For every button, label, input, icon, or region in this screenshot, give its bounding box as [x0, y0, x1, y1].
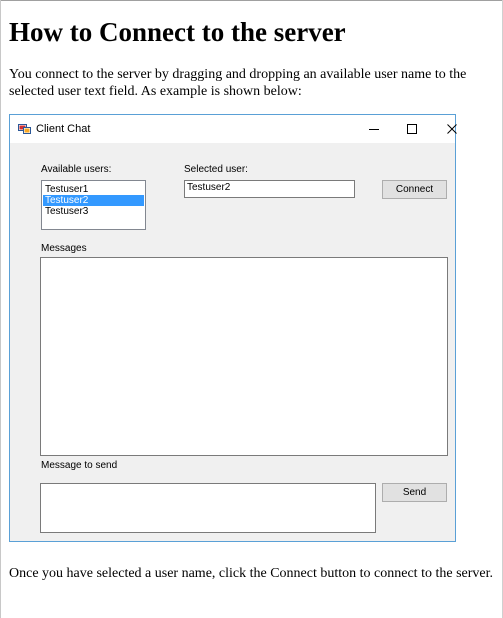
messages-area[interactable]	[40, 257, 448, 456]
maximize-icon	[407, 124, 417, 134]
available-users-listbox[interactable]: Testuser1 Testuser2 Testuser3	[41, 180, 146, 230]
list-item-selected[interactable]: Testuser2	[43, 195, 144, 206]
connect-button[interactable]: Connect	[382, 180, 447, 199]
app-icon	[18, 122, 31, 135]
available-users-label: Available users:	[41, 164, 112, 175]
selected-user-field[interactable]: Testuser2	[184, 180, 355, 198]
window-title: Client Chat	[36, 123, 91, 135]
page-top-border	[0, 0, 503, 1]
close-icon	[447, 124, 457, 134]
list-item[interactable]: Testuser3	[43, 206, 144, 217]
maximize-button[interactable]	[392, 115, 432, 143]
message-input[interactable]	[40, 483, 376, 533]
minimize-icon	[369, 129, 379, 130]
selected-user-label: Selected user:	[184, 164, 248, 175]
page-left-border	[0, 0, 1, 618]
messages-label: Messages	[41, 243, 87, 254]
intro-paragraph: You connect to the server by dragging an…	[9, 67, 467, 99]
send-button[interactable]: Send	[382, 483, 447, 502]
close-button[interactable]	[432, 115, 472, 143]
minimize-button[interactable]	[354, 115, 394, 143]
window-titlebar[interactable]: Client Chat	[10, 115, 457, 143]
message-to-send-label: Message to send	[41, 460, 118, 471]
outro-paragraph: Once you have selected a user name, clic…	[9, 566, 493, 581]
client-chat-window: Client Chat Available users: Testuser1 T…	[9, 114, 457, 542]
list-item[interactable]: Testuser1	[43, 184, 144, 195]
page-title: How to Connect to the server	[9, 17, 346, 47]
